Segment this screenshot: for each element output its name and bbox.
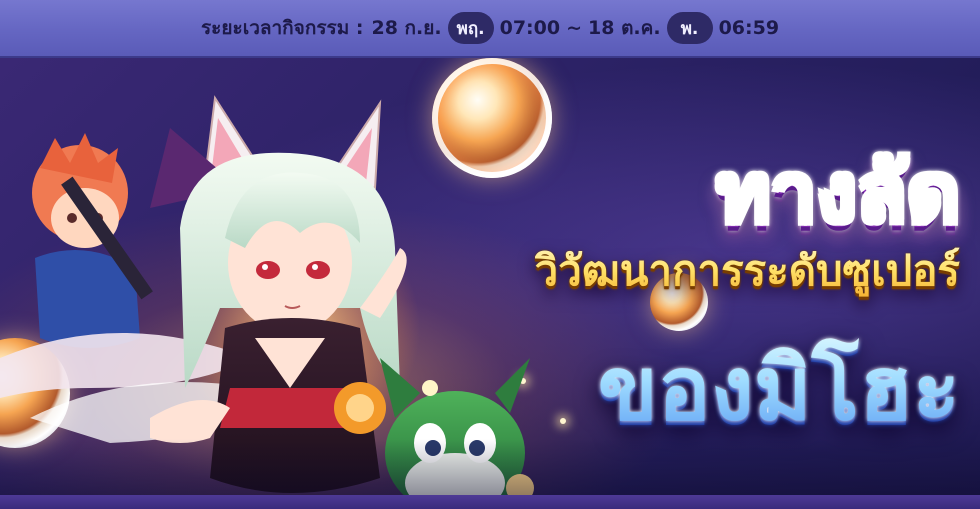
event-period-label: ระยะเวลากิจกรรม : — [200, 17, 364, 39]
event-start-date: 28 ก.ย. — [371, 17, 442, 39]
boy-character — [32, 133, 140, 348]
event-banner-page: ระยะเวลากิจกรรม : 28 ก.ย. พฤ. 07:00 ~ 18… — [0, 0, 980, 509]
miho-character — [150, 95, 407, 493]
headline-block: ทางลัด วิวัฒนาการระดับซูเปอร์ ของมิโฮะ — [470, 128, 970, 488]
banner-bottom-strip — [0, 495, 980, 509]
event-start-day-badge: พฤ. — [447, 12, 494, 44]
event-end-date: 18 ต.ค. — [588, 17, 661, 39]
event-end-day-badge: พ. — [666, 12, 713, 44]
event-end-time: 06:59 — [718, 17, 780, 39]
event-period-bar: ระยะเวลากิจกรรม : 28 ก.ย. พฤ. 07:00 ~ 18… — [0, 0, 980, 58]
headline-title-line3: ของมิโฮะ — [598, 318, 960, 458]
event-start-time: 07:00 — [499, 17, 561, 39]
headline-title-line2: วิวัฒนาการระดับซูเปอร์ — [535, 238, 960, 304]
promo-banner: ทางลัด วิวัฒนาการระดับซูเปอร์ ของมิโฮะ — [0, 58, 980, 509]
event-period-separator: ~ — [566, 17, 583, 39]
